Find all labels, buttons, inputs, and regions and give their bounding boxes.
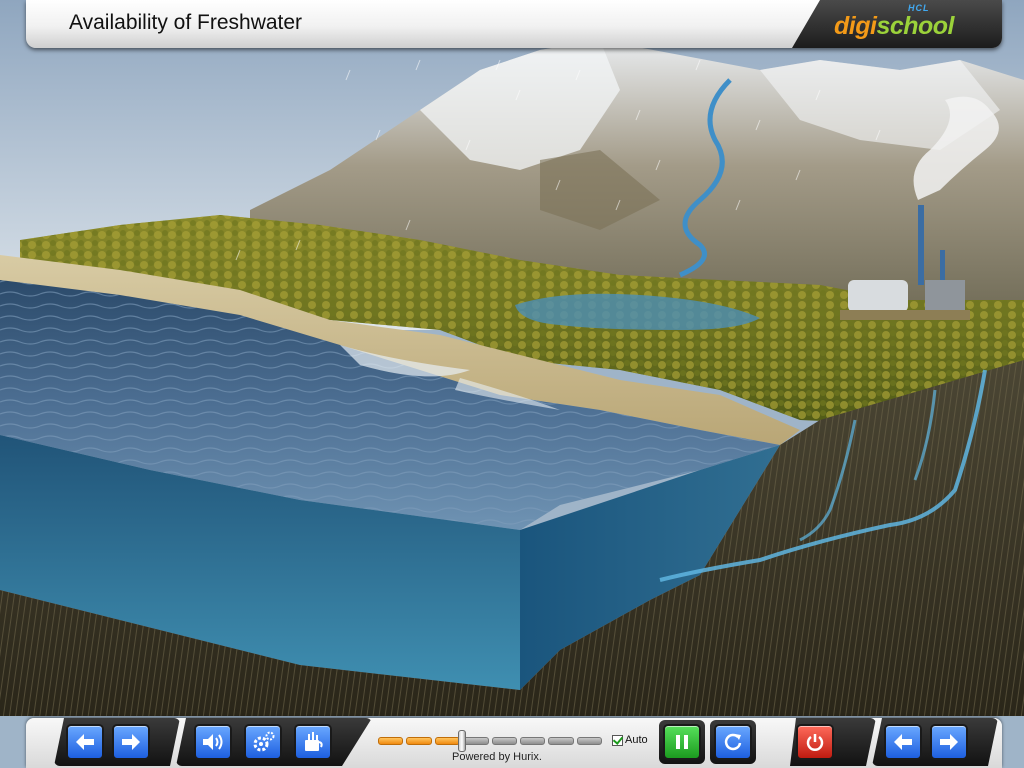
gear-icon	[251, 731, 275, 753]
toolbox-button[interactable]	[294, 724, 332, 760]
arrow-left-icon	[74, 733, 96, 751]
arrow-left-icon	[892, 733, 914, 751]
power-icon	[805, 732, 825, 752]
pause-icon	[676, 735, 688, 749]
arrow-right-icon	[938, 733, 960, 751]
audio-button[interactable]	[194, 724, 232, 760]
replay-icon	[724, 733, 742, 751]
tools-group	[176, 718, 372, 766]
progress-area: Powered by Hurix.	[378, 724, 608, 764]
replay-button[interactable]	[714, 724, 752, 760]
left-nav-group	[54, 718, 180, 766]
water-cycle-illustration	[0, 0, 1024, 768]
auto-checkbox[interactable]	[612, 734, 623, 746]
right-nav-group	[872, 718, 998, 766]
progress-slider-thumb[interactable]	[458, 730, 466, 752]
previous-page-button[interactable]	[884, 724, 922, 760]
logo-wordmark: digischool	[834, 12, 955, 40]
next-page-button[interactable]	[930, 724, 968, 760]
toolbox-icon	[301, 731, 325, 753]
auto-label: Auto	[625, 734, 648, 746]
page-title: Availability of Freshwater	[69, 11, 303, 34]
progress-track[interactable]	[378, 737, 602, 745]
previous-button[interactable]	[66, 724, 104, 760]
arrow-right-icon	[120, 733, 142, 751]
progress-segment	[378, 737, 404, 745]
powered-by-label: Powered by Hurix.	[452, 751, 542, 763]
title-bar: Availability of Freshwater HCL digischoo…	[26, 0, 1002, 48]
exit-group	[780, 718, 876, 766]
progress-segment	[519, 737, 546, 745]
next-button[interactable]	[112, 724, 150, 760]
progress-segment	[548, 737, 574, 745]
bottom-toolbar: Powered by Hurix. Auto	[26, 718, 1002, 768]
progress-segment	[406, 737, 432, 745]
progress-segment	[491, 737, 517, 745]
progress-segment	[463, 737, 489, 745]
pause-button[interactable]	[663, 724, 701, 760]
exit-button[interactable]	[796, 724, 834, 760]
progress-segment	[434, 737, 461, 745]
hcl-digischool-logo: HCL digischool	[792, 0, 1002, 48]
settings-button[interactable]	[244, 724, 282, 760]
speaker-icon	[201, 732, 225, 752]
progress-segment	[576, 737, 602, 745]
auto-toggle[interactable]: Auto	[612, 734, 648, 746]
